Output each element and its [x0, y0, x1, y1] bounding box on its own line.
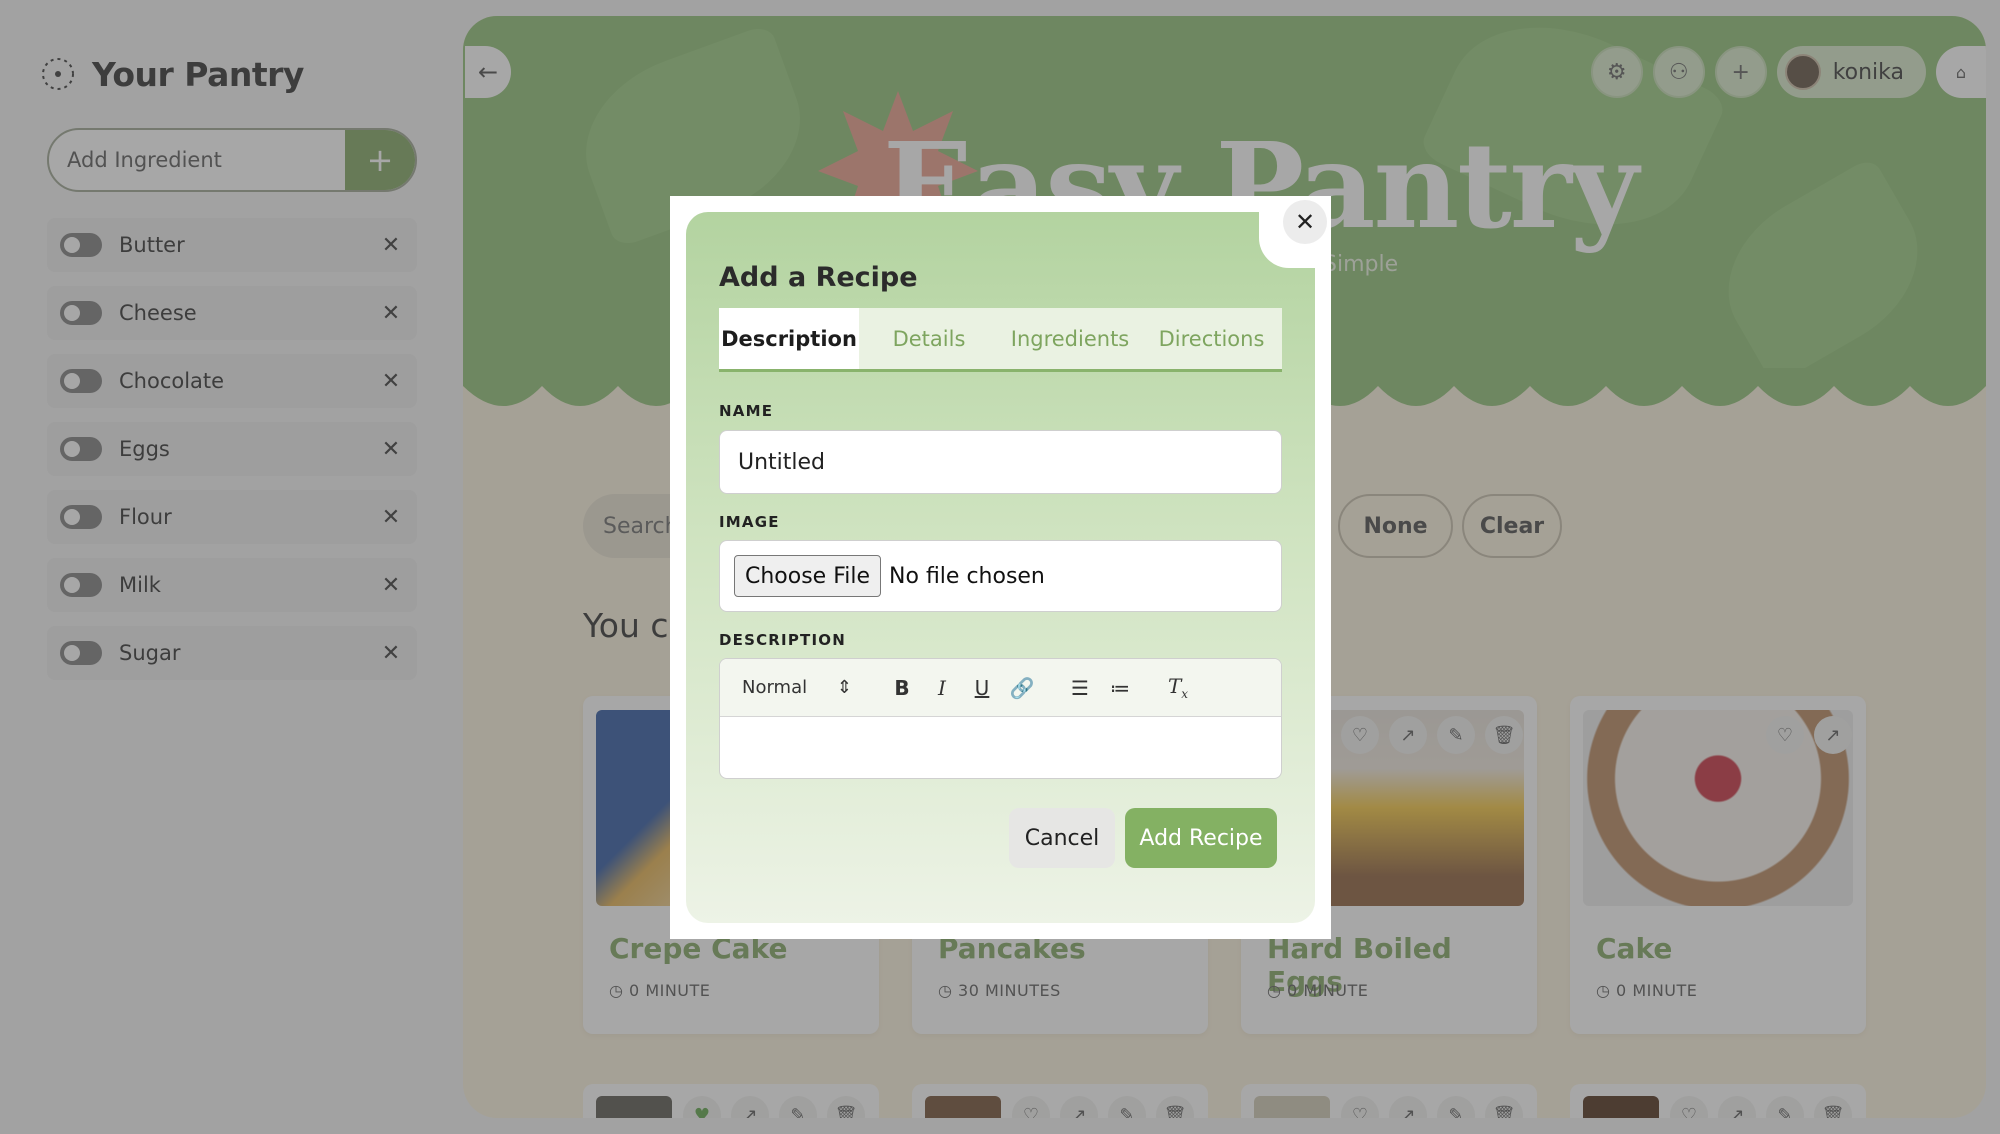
- tab-details[interactable]: Details: [859, 308, 999, 369]
- link-icon[interactable]: 🔗: [1002, 676, 1042, 700]
- add-recipe-panel: ✕ Add a Recipe Description Details Ingre…: [686, 196, 1331, 923]
- format-select[interactable]: Normal ⇕: [742, 677, 852, 698]
- description-text-area[interactable]: [720, 717, 1281, 777]
- description-label: DESCRIPTION: [719, 631, 846, 649]
- image-label: IMAGE: [719, 513, 780, 531]
- recipe-name-input[interactable]: [719, 430, 1282, 494]
- ordered-list-icon[interactable]: ☰: [1060, 676, 1100, 700]
- description-editor: Normal ⇕ B I U 🔗 ☰ ≔ Tx: [719, 658, 1282, 779]
- cancel-button[interactable]: Cancel: [1009, 808, 1115, 868]
- tab-ingredients[interactable]: Ingredients: [999, 308, 1141, 369]
- clear-format-icon[interactable]: Tx: [1158, 674, 1198, 701]
- recipe-tabs: Description Details Ingredients Directio…: [719, 308, 1282, 372]
- italic-icon[interactable]: I: [922, 676, 962, 700]
- underline-icon[interactable]: U: [962, 676, 1002, 700]
- name-label: NAME: [719, 402, 774, 420]
- bullet-list-icon[interactable]: ≔: [1100, 676, 1140, 700]
- choose-file-button[interactable]: Choose File: [734, 555, 882, 597]
- close-notch: ✕: [1259, 196, 1331, 268]
- close-button[interactable]: ✕: [1283, 200, 1327, 244]
- tab-description[interactable]: Description: [719, 308, 859, 369]
- tab-directions[interactable]: Directions: [1141, 308, 1282, 369]
- file-status: No file chosen: [889, 563, 1045, 589]
- add-recipe-dialog: ✕ Add a Recipe Description Details Ingre…: [670, 196, 1331, 939]
- select-arrows-icon: ⇕: [836, 677, 852, 698]
- dialog-title: Add a Recipe: [719, 262, 918, 293]
- bold-icon[interactable]: B: [882, 676, 922, 700]
- add-recipe-submit-button[interactable]: Add Recipe: [1125, 808, 1277, 868]
- image-file-input: Choose File No file chosen: [719, 540, 1282, 612]
- format-select-value: Normal: [742, 677, 808, 698]
- close-icon: ✕: [1294, 208, 1316, 236]
- editor-toolbar: Normal ⇕ B I U 🔗 ☰ ≔ Tx: [720, 659, 1281, 717]
